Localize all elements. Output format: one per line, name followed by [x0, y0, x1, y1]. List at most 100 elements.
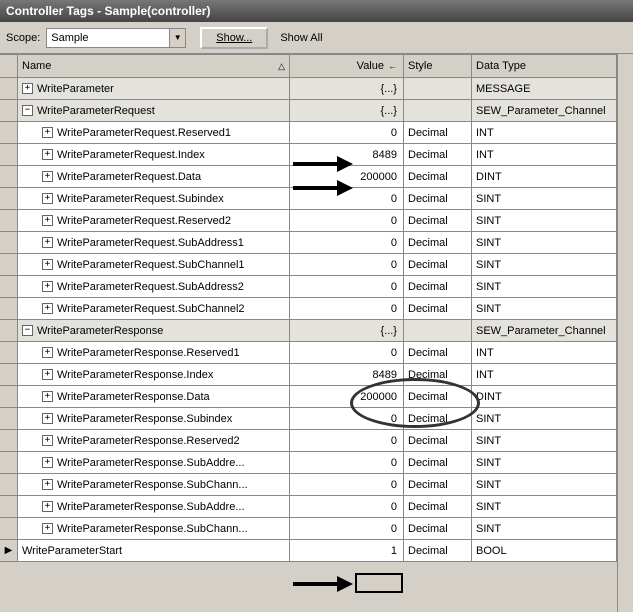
tag-name-cell[interactable]: +WriteParameterRequest.SubAddress2	[18, 276, 290, 298]
tag-value-cell[interactable]: 0	[290, 298, 404, 320]
header-value[interactable]: Value ←	[290, 54, 404, 78]
table-row[interactable]: −WriteParameterResponse{...}SEW_Paramete…	[0, 320, 617, 342]
tag-name-cell[interactable]: +WriteParameterResponse.SubChann...	[18, 518, 290, 540]
table-row[interactable]: +WriteParameter{...}MESSAGE	[0, 78, 617, 100]
tag-name-cell[interactable]: +WriteParameterRequest.Reserved2	[18, 210, 290, 232]
tag-style-cell[interactable]: Decimal	[404, 474, 472, 496]
tag-style-cell[interactable]: Decimal	[404, 122, 472, 144]
tag-name-cell[interactable]: +WriteParameterRequest.Index	[18, 144, 290, 166]
header-style[interactable]: Style	[404, 54, 472, 78]
tag-name-cell[interactable]: +WriteParameterRequest.SubAddress1	[18, 232, 290, 254]
tag-style-cell[interactable]	[404, 100, 472, 122]
row-selector[interactable]	[0, 122, 18, 144]
tag-style-cell[interactable]: Decimal	[404, 386, 472, 408]
table-row[interactable]: +WriteParameterResponse.SubAddre...0Deci…	[0, 496, 617, 518]
tag-value-cell[interactable]: 0	[290, 452, 404, 474]
table-row[interactable]: +WriteParameterResponse.Index8489Decimal…	[0, 364, 617, 386]
tag-value-cell[interactable]: 8489	[290, 144, 404, 166]
tag-name-cell[interactable]: +WriteParameter	[18, 78, 290, 100]
row-selector[interactable]	[0, 188, 18, 210]
tag-value-cell[interactable]: 0	[290, 188, 404, 210]
tag-style-cell[interactable]: Decimal	[404, 144, 472, 166]
tag-style-cell[interactable]: Decimal	[404, 232, 472, 254]
tag-name-cell[interactable]: +WriteParameterResponse.Reserved2	[18, 430, 290, 452]
tag-name-cell[interactable]: +WriteParameterResponse.Index	[18, 364, 290, 386]
tag-style-cell[interactable]: Decimal	[404, 342, 472, 364]
table-row[interactable]: +WriteParameterResponse.Subindex0Decimal…	[0, 408, 617, 430]
expand-icon[interactable]: +	[42, 127, 53, 138]
table-row[interactable]: +WriteParameterResponse.SubAddre...0Deci…	[0, 452, 617, 474]
tag-style-cell[interactable]: Decimal	[404, 276, 472, 298]
header-name[interactable]: Name △	[18, 54, 290, 78]
expand-icon[interactable]: +	[42, 193, 53, 204]
table-row[interactable]: +WriteParameterRequest.SubAddress10Decim…	[0, 232, 617, 254]
tag-value-cell[interactable]: 0	[290, 342, 404, 364]
expand-icon[interactable]: +	[42, 413, 53, 424]
tag-name-cell[interactable]: +WriteParameterResponse.SubChann...	[18, 474, 290, 496]
tag-name-cell[interactable]: +WriteParameterRequest.Subindex	[18, 188, 290, 210]
tag-value-cell[interactable]: 0	[290, 232, 404, 254]
table-row[interactable]: +WriteParameterResponse.Reserved20Decima…	[0, 430, 617, 452]
tag-style-cell[interactable]	[404, 78, 472, 100]
tag-value-cell[interactable]: 0	[290, 210, 404, 232]
tag-style-cell[interactable]: Decimal	[404, 518, 472, 540]
row-selector[interactable]	[0, 496, 18, 518]
expand-icon[interactable]: +	[42, 523, 53, 534]
tag-value-cell[interactable]: {...}	[290, 320, 404, 342]
row-selector[interactable]	[0, 342, 18, 364]
row-selector[interactable]	[0, 518, 18, 540]
tag-style-cell[interactable]: Decimal	[404, 188, 472, 210]
tag-style-cell[interactable]: Decimal	[404, 452, 472, 474]
tag-name-cell[interactable]: +WriteParameterRequest.Data	[18, 166, 290, 188]
expand-icon[interactable]: +	[42, 281, 53, 292]
tag-name-cell[interactable]: +WriteParameterResponse.SubAddre...	[18, 496, 290, 518]
row-selector[interactable]	[0, 166, 18, 188]
expand-icon[interactable]: +	[42, 347, 53, 358]
tag-name-cell[interactable]: +WriteParameterResponse.Data	[18, 386, 290, 408]
tag-name-cell[interactable]: +WriteParameterResponse.SubAddre...	[18, 452, 290, 474]
row-selector[interactable]	[0, 452, 18, 474]
tag-name-cell[interactable]: +WriteParameterRequest.SubChannel2	[18, 298, 290, 320]
expand-icon[interactable]: +	[42, 171, 53, 182]
scope-dropdown[interactable]: Sample ▼	[46, 28, 186, 48]
tag-style-cell[interactable]	[404, 320, 472, 342]
expand-icon[interactable]: +	[42, 237, 53, 248]
table-row[interactable]: +WriteParameterResponse.Data200000Decima…	[0, 386, 617, 408]
expand-icon[interactable]: +	[42, 435, 53, 446]
vertical-scrollbar[interactable]	[617, 54, 633, 612]
tag-name-cell[interactable]: +WriteParameterResponse.Reserved1	[18, 342, 290, 364]
expand-icon[interactable]: +	[42, 303, 53, 314]
row-selector[interactable]	[0, 232, 18, 254]
table-row[interactable]: +WriteParameterRequest.Subindex0DecimalS…	[0, 188, 617, 210]
row-selector[interactable]	[0, 144, 18, 166]
row-selector[interactable]	[0, 408, 18, 430]
table-row[interactable]: +WriteParameterResponse.Reserved10Decima…	[0, 342, 617, 364]
tag-style-cell[interactable]: Decimal	[404, 210, 472, 232]
tag-style-cell[interactable]: Decimal	[404, 496, 472, 518]
tag-value-cell[interactable]: 0	[290, 122, 404, 144]
tag-value-cell[interactable]: 200000	[290, 386, 404, 408]
tag-value-cell[interactable]: 200000	[290, 166, 404, 188]
row-selector[interactable]: ▶	[0, 540, 18, 562]
tag-style-cell[interactable]: Decimal	[404, 430, 472, 452]
table-row[interactable]: +WriteParameterResponse.SubChann...0Deci…	[0, 518, 617, 540]
row-selector[interactable]	[0, 78, 18, 100]
expand-icon[interactable]: +	[42, 391, 53, 402]
expand-icon[interactable]: +	[42, 149, 53, 160]
expand-icon[interactable]: +	[42, 369, 53, 380]
tag-value-cell[interactable]: 0	[290, 254, 404, 276]
expand-icon[interactable]: +	[42, 215, 53, 226]
show-button[interactable]: Show...	[200, 27, 268, 49]
tag-value-cell[interactable]: 0	[290, 496, 404, 518]
table-row[interactable]: −WriteParameterRequest{...}SEW_Parameter…	[0, 100, 617, 122]
row-selector[interactable]	[0, 386, 18, 408]
tag-style-cell[interactable]: Decimal	[404, 364, 472, 386]
row-selector[interactable]	[0, 430, 18, 452]
tag-style-cell[interactable]: Decimal	[404, 540, 472, 562]
tag-name-cell[interactable]: −WriteParameterResponse	[18, 320, 290, 342]
tag-value-cell[interactable]: {...}	[290, 100, 404, 122]
tag-value-cell[interactable]: 1	[290, 540, 404, 562]
tag-style-cell[interactable]: Decimal	[404, 298, 472, 320]
expand-icon[interactable]: +	[22, 83, 33, 94]
tag-name-cell[interactable]: +WriteParameterResponse.Subindex	[18, 408, 290, 430]
